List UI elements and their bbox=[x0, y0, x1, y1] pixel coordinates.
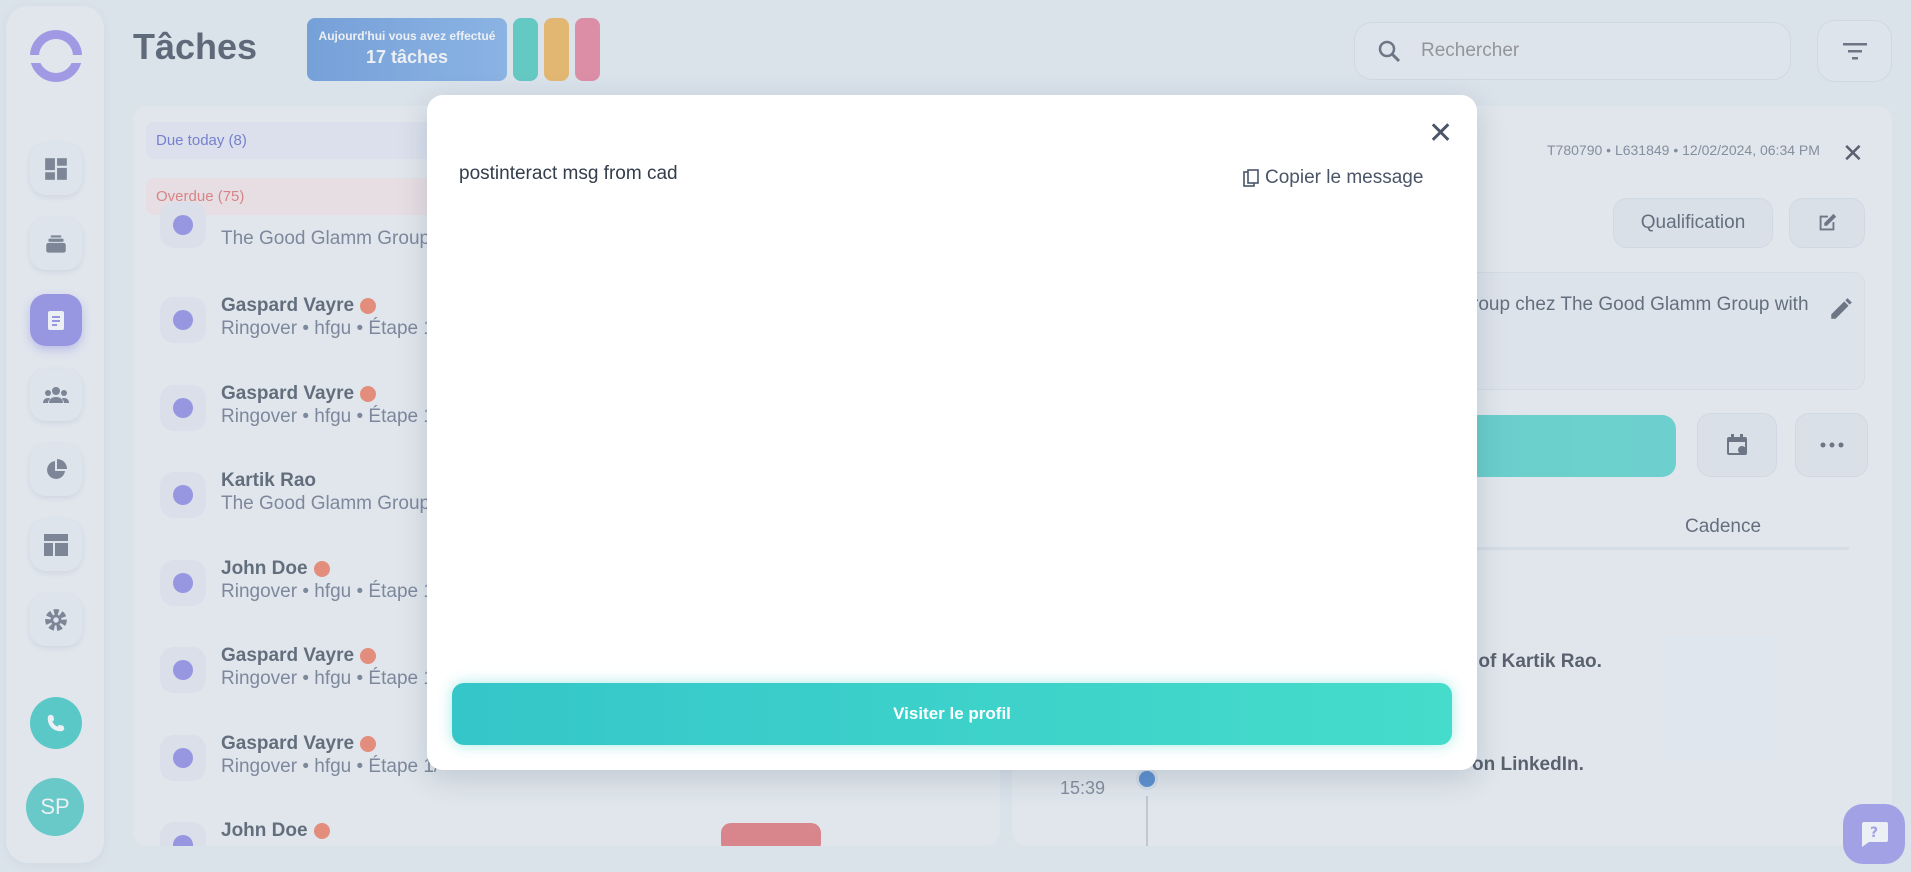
copy-message-link[interactable]: Copier le message bbox=[1243, 167, 1423, 189]
copy-icon bbox=[1243, 169, 1259, 187]
close-icon[interactable]: ✕ bbox=[1428, 119, 1453, 149]
copy-label: Copier le message bbox=[1265, 167, 1424, 188]
modal-message: postinteract msg from cad bbox=[459, 163, 678, 184]
message-modal: ✕ postinteract msg from cad Copier le me… bbox=[427, 95, 1477, 770]
visit-profile-button[interactable]: Visiter le profil bbox=[452, 683, 1452, 745]
